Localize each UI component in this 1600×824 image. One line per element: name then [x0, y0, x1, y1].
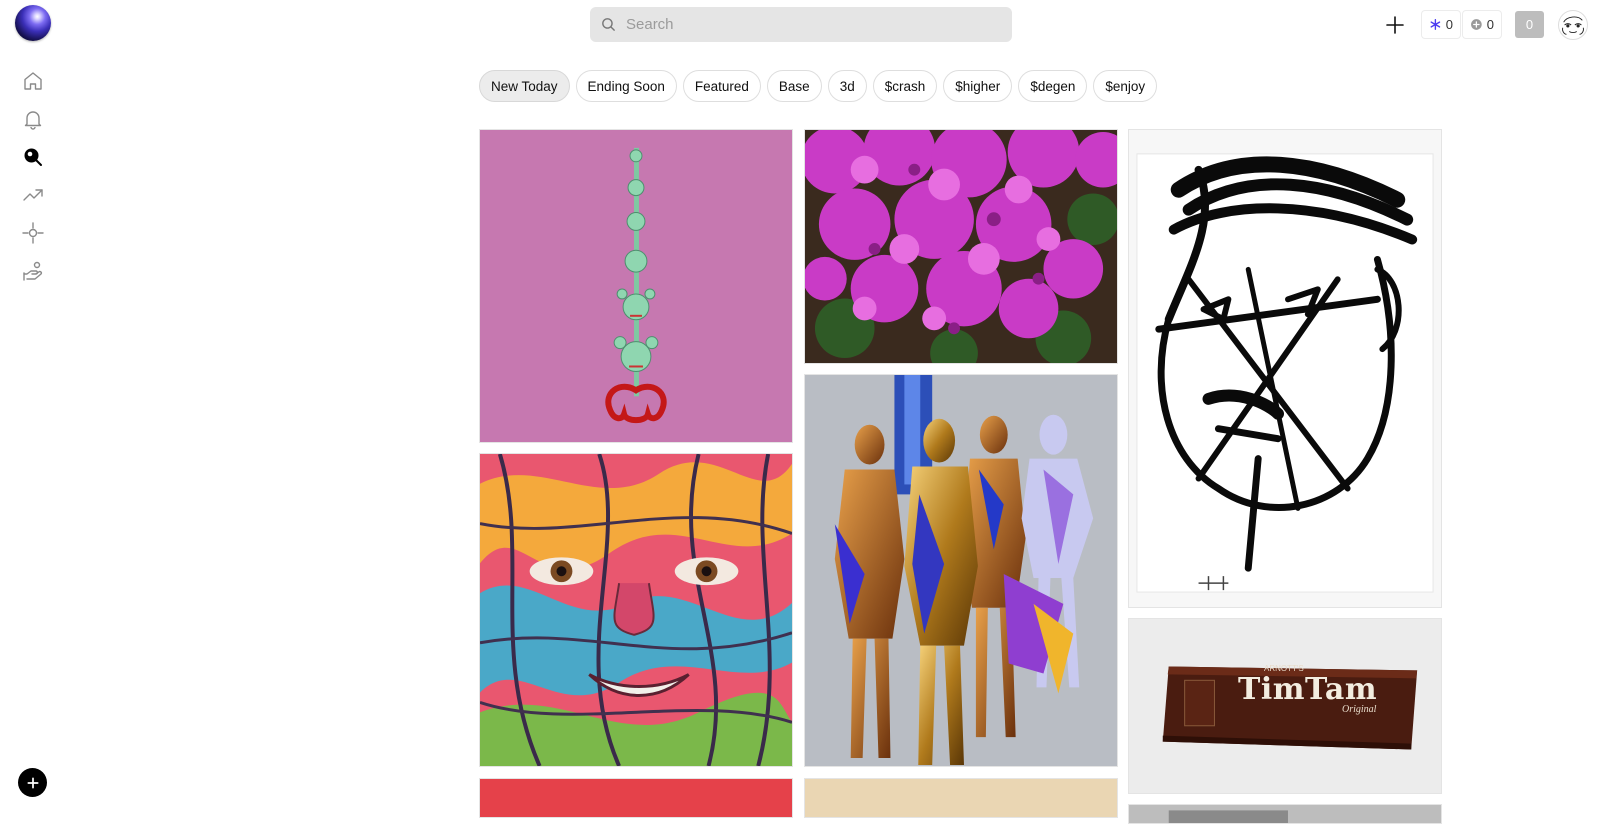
search-nav-icon[interactable] — [21, 145, 45, 169]
filter-base[interactable]: Base — [766, 70, 822, 102]
tile-grey-partial[interactable] — [1128, 804, 1442, 824]
filter-enjoy[interactable]: $enjoy — [1093, 70, 1158, 102]
tile-painted-face[interactable] — [479, 453, 793, 767]
tile-pink-sculpture[interactable] — [479, 129, 793, 443]
search-icon — [602, 18, 615, 31]
avatar[interactable] — [1558, 10, 1588, 40]
tile-gold-figures[interactable] — [804, 374, 1118, 767]
notification-count: 0 — [1445, 17, 1453, 32]
plus-counter[interactable]: 0 — [1462, 10, 1502, 39]
filter-crash[interactable]: $crash — [872, 70, 938, 102]
timtam-variant: Original — [1342, 704, 1377, 715]
filter-higher[interactable]: $higher — [943, 70, 1013, 102]
asterisk-icon — [1430, 19, 1441, 30]
sidebar — [0, 0, 66, 811]
home-icon[interactable] — [21, 69, 45, 93]
tile-bougainvillea[interactable] — [804, 129, 1118, 364]
filter-ending-soon[interactable]: Ending Soon — [575, 70, 677, 102]
filter-chips: New Today Ending Soon Featured Base 3d $… — [479, 70, 1158, 102]
plus-icon — [26, 776, 39, 789]
filter-3d[interactable]: 3d — [827, 70, 867, 102]
app-logo[interactable] — [15, 5, 51, 41]
crosshair-icon[interactable] — [21, 221, 45, 245]
tile-red-partial[interactable] — [479, 778, 793, 818]
avatar-face-icon — [1562, 16, 1584, 35]
search-input[interactable] — [626, 16, 986, 33]
bell-icon[interactable] — [21, 107, 45, 131]
notification-counter[interactable]: 0 — [1421, 10, 1461, 39]
hand-coin-icon[interactable] — [21, 259, 45, 283]
add-icon — [1386, 16, 1404, 34]
search-bar[interactable] — [590, 7, 1012, 42]
filter-degen[interactable]: $degen — [1018, 70, 1088, 102]
plus-count: 0 — [1486, 17, 1494, 32]
balance-badge[interactable]: 0 — [1515, 11, 1544, 38]
create-button[interactable] — [18, 768, 47, 797]
add-button[interactable] — [1383, 13, 1407, 37]
plus-circle-icon — [1471, 19, 1482, 30]
filter-new-today[interactable]: New Today — [479, 70, 570, 102]
filter-featured[interactable]: Featured — [682, 70, 761, 102]
timtam-maker: ARNOTT'S — [1264, 664, 1304, 673]
trending-icon[interactable] — [21, 183, 45, 207]
tile-beige-partial[interactable] — [804, 778, 1118, 818]
tile-ink-face[interactable] — [1128, 129, 1442, 608]
